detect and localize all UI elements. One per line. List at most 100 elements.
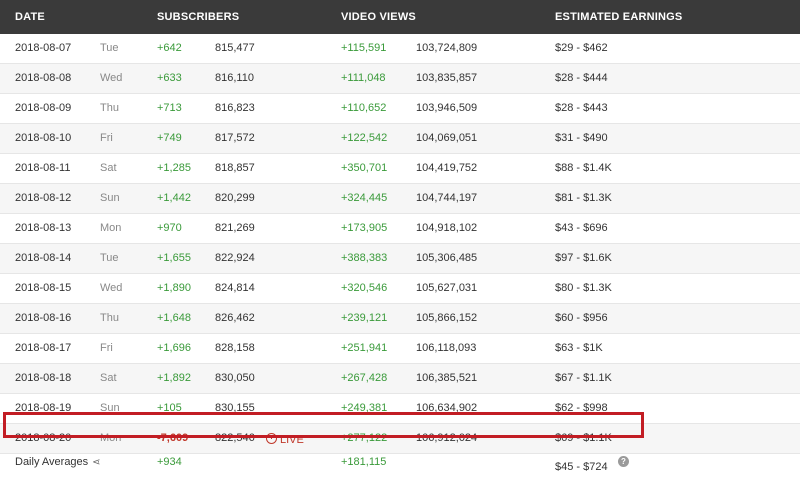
row-subscriber-total: 824,814 (215, 282, 255, 294)
share-icon[interactable]: ⋖ (92, 457, 100, 468)
table-row: 2018-08-18 Sat +1,892 830,050 +267,428 1… (0, 364, 800, 394)
row-earnings: $63 - $1K (555, 342, 603, 354)
daily-averages-label-wrap: Daily Averages ⋖ (15, 456, 101, 468)
daily-averages-row: Daily Averages ⋖ +934 +181,115 $45 - $724… (0, 445, 800, 484)
live-indicator: LIVE (266, 432, 304, 446)
row-subscriber-total: 820,299 (215, 192, 255, 204)
row-date: 2018-08-12 (15, 192, 72, 204)
row-earnings: $29 - $462 (555, 42, 608, 54)
row-date: 2018-08-18 (15, 372, 72, 384)
row-earnings: $62 - $998 (555, 402, 608, 414)
table-row: 2018-08-09 Thu +713 816,823 +110,652 103… (0, 94, 800, 124)
table-row: 2018-08-12 Sun +1,442 820,299 +324,445 1… (0, 184, 800, 214)
row-views-change: +350,701 (341, 162, 388, 174)
help-icon[interactable]: ? (618, 456, 629, 467)
row-views-total: 103,835,857 (416, 72, 478, 84)
row-day: Fri (100, 132, 113, 144)
row-subscriber-change: +1,442 (157, 192, 191, 204)
table-row: 2018-08-14 Tue +1,655 822,924 +388,383 1… (0, 244, 800, 274)
row-views-total: 106,118,093 (416, 342, 477, 354)
row-subscriber-change: +105 (157, 402, 182, 414)
row-date: 2018-08-16 (15, 312, 72, 324)
table-row: 2018-08-17 Fri +1,696 828,158 +251,941 1… (0, 334, 800, 364)
row-earnings: $28 - $443 (555, 102, 608, 114)
average-subscriber-change: +934 (157, 456, 182, 468)
row-day: Fri (100, 342, 113, 354)
row-views-change: +173,905 (341, 222, 388, 234)
row-earnings: $97 - $1.6K (555, 252, 612, 264)
row-day: Tue (100, 252, 119, 264)
row-date: 2018-08-08 (15, 72, 72, 84)
row-earnings: $31 - $490 (555, 132, 608, 144)
row-views-change: +115,591 (341, 42, 387, 54)
row-day: Sun (100, 402, 120, 414)
row-date: 2018-08-14 (15, 252, 72, 264)
row-subscriber-change: +1,648 (157, 312, 191, 324)
row-earnings: $88 - $1.4K (555, 162, 612, 174)
row-subscriber-change: +1,892 (157, 372, 191, 384)
date-column-header: DATE (15, 11, 45, 23)
row-subscriber-total: 826,462 (215, 312, 255, 324)
table-row: 2018-08-08 Wed +633 816,110 +111,048 103… (0, 64, 800, 94)
daily-averages-label: Daily Averages (15, 456, 89, 468)
row-subscriber-change: -7,609 (157, 432, 189, 444)
table-row: 2018-08-19 Sun +105 830,155 +249,381 106… (0, 394, 800, 424)
row-subscriber-total: 817,572 (215, 132, 255, 144)
row-views-total: 104,419,752 (416, 162, 478, 174)
row-earnings: $67 - $1.1K (555, 372, 612, 384)
row-subscriber-total: 830,050 (215, 372, 255, 384)
row-date: 2018-08-09 (15, 102, 72, 114)
row-subscriber-total: 815,477 (215, 42, 255, 54)
row-views-change: +320,546 (341, 282, 388, 294)
average-views-change: +181,115 (341, 456, 387, 468)
row-earnings: $60 - $956 (555, 312, 608, 324)
row-subscriber-total: 830,155 (215, 402, 255, 414)
row-views-change: +122,542 (341, 132, 388, 144)
row-date: 2018-08-13 (15, 222, 72, 234)
row-day: Wed (100, 72, 123, 84)
row-views-total: 104,918,102 (416, 222, 478, 234)
row-views-total: 104,069,051 (416, 132, 478, 144)
row-subscriber-total: 818,857 (215, 162, 255, 174)
row-views-total: 103,946,509 (416, 102, 478, 114)
row-views-change: +267,428 (341, 372, 388, 384)
row-day: Mon (100, 432, 122, 444)
row-views-change: +249,381 (341, 402, 388, 414)
average-earnings: $45 - $724 (555, 461, 608, 473)
row-views-change: +324,445 (341, 192, 388, 204)
row-views-total: 106,634,902 (416, 402, 478, 414)
row-date: 2018-08-17 (15, 342, 72, 354)
table-header: DATE SUBSCRIBERS VIDEO VIEWS ESTIMATED E… (0, 0, 800, 34)
row-day: Wed (100, 282, 123, 294)
row-subscriber-change: +970 (157, 222, 182, 234)
row-date: 2018-08-07 (15, 42, 72, 54)
row-subscriber-change: +1,890 (157, 282, 191, 294)
row-views-total: 103,724,809 (416, 42, 478, 54)
row-day: Thu (100, 102, 119, 114)
row-day: Sun (100, 192, 120, 204)
row-earnings: $80 - $1.3K (555, 282, 612, 294)
row-views-total: 106,912,024 (416, 432, 478, 444)
row-views-total: 105,627,031 (416, 282, 478, 294)
row-subscriber-total: 828,158 (215, 342, 255, 354)
row-subscriber-total: 822,546 (215, 432, 255, 444)
table-row: 2018-08-15 Wed +1,890 824,814 +320,546 1… (0, 274, 800, 304)
table-row: 2018-08-10 Fri +749 817,572 +122,542 104… (0, 124, 800, 154)
table-row: 2018-08-11 Sat +1,285 818,857 +350,701 1… (0, 154, 800, 184)
row-views-change: +277,122 (341, 432, 388, 444)
row-views-total: 106,385,521 (416, 372, 478, 384)
table-row: 2018-08-07 Tue +642 815,477 +115,591 103… (0, 34, 800, 64)
row-subscriber-total: 821,269 (215, 222, 255, 234)
row-day: Sat (100, 372, 117, 384)
row-earnings: $69 - $1.1K (555, 432, 612, 444)
row-subscriber-total: 822,924 (215, 252, 255, 264)
row-subscriber-change: +749 (157, 132, 182, 144)
earnings-column-header: ESTIMATED EARNINGS (555, 11, 683, 23)
row-views-change: +251,941 (341, 342, 388, 354)
row-subscriber-change: +1,655 (157, 252, 191, 264)
row-subscriber-change: +1,285 (157, 162, 191, 174)
row-earnings: $28 - $444 (555, 72, 608, 84)
clock-icon (266, 433, 277, 444)
row-date: 2018-08-20 (15, 432, 72, 444)
row-views-change: +111,048 (341, 72, 386, 84)
